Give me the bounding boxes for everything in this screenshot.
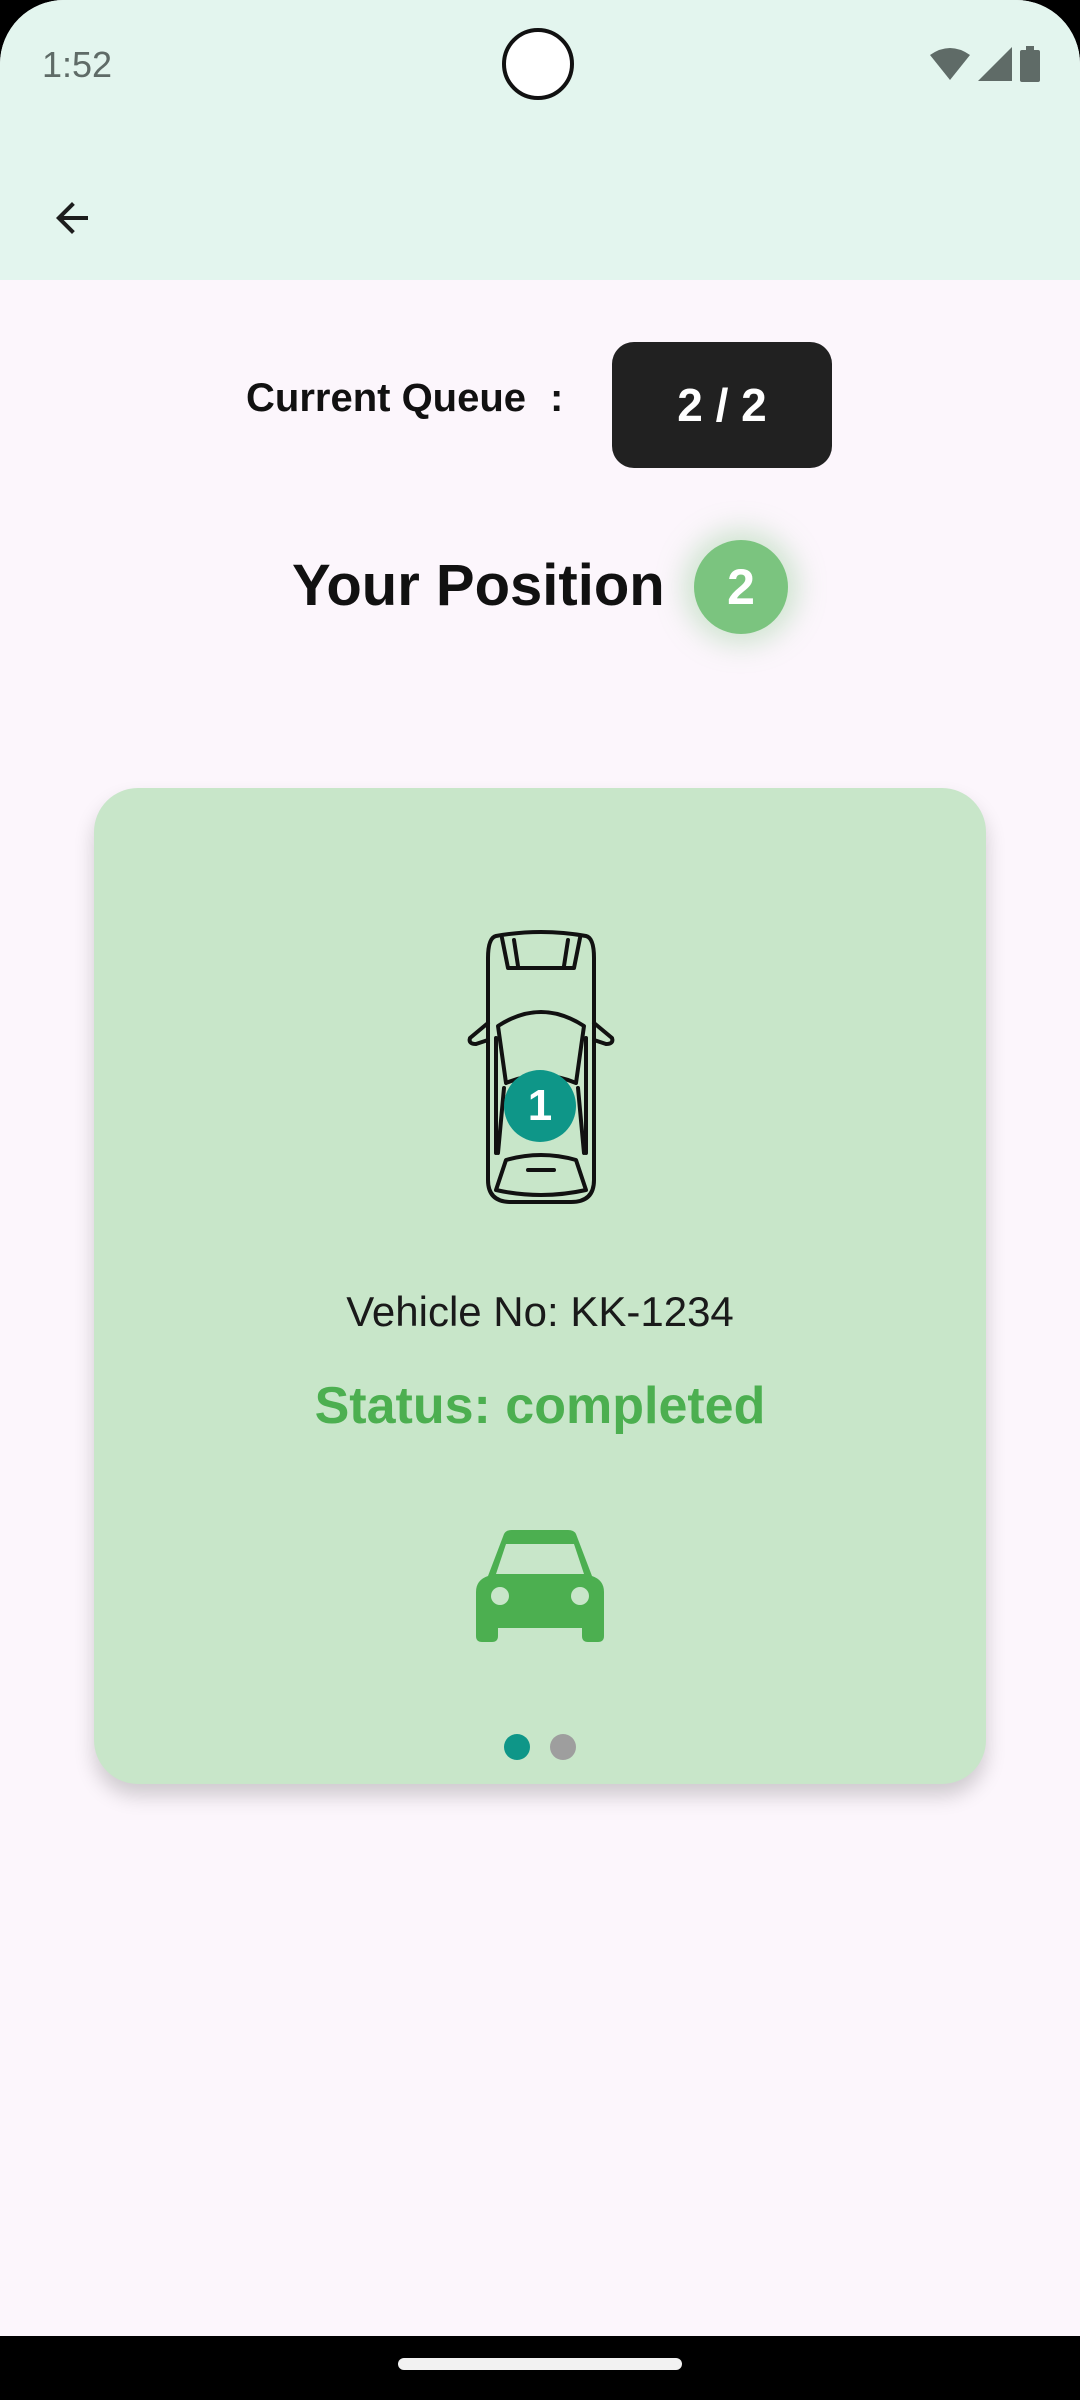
vehicle-card[interactable]: 1 Vehicle No: KK-1234 Status: completed [94,788,986,1784]
current-queue-badge: 2 / 2 [612,342,832,468]
cellular-signal-icon [978,47,1012,81]
car-icon [476,1530,604,1642]
vehicle-number: Vehicle No: KK-1234 [346,1288,734,1335]
status-icons [930,46,1040,82]
queue-screen: 1:52 Current Queue : 2 / 2 Your Position [0,0,1080,2400]
car-top-view-icon [467,930,615,1204]
camera-cutout [502,28,574,100]
current-queue-row: Current Queue : 2 / 2 [0,342,1080,468]
navigation-bar [0,2336,1080,2400]
app-bar [0,132,1080,280]
wifi-icon [930,48,970,80]
home-indicator[interactable] [398,2358,682,2370]
page-indicator [94,1734,986,1760]
arrow-back-icon [56,202,88,234]
status-time: 1:52 [42,44,113,85]
your-position-label: Your Position [292,553,665,618]
your-position-badge: 2 [694,540,788,634]
car-slot-number-badge: 1 [504,1070,576,1142]
vehicle-status: Status: completed [314,1377,766,1435]
current-queue-separator: : [550,376,564,420]
back-button[interactable] [24,170,120,266]
page-dot[interactable] [550,1734,576,1760]
current-queue-label: Current Queue [246,376,527,420]
status-bar: 1:52 [0,0,1080,132]
page-dot-active[interactable] [504,1734,530,1760]
battery-icon [1020,46,1040,82]
